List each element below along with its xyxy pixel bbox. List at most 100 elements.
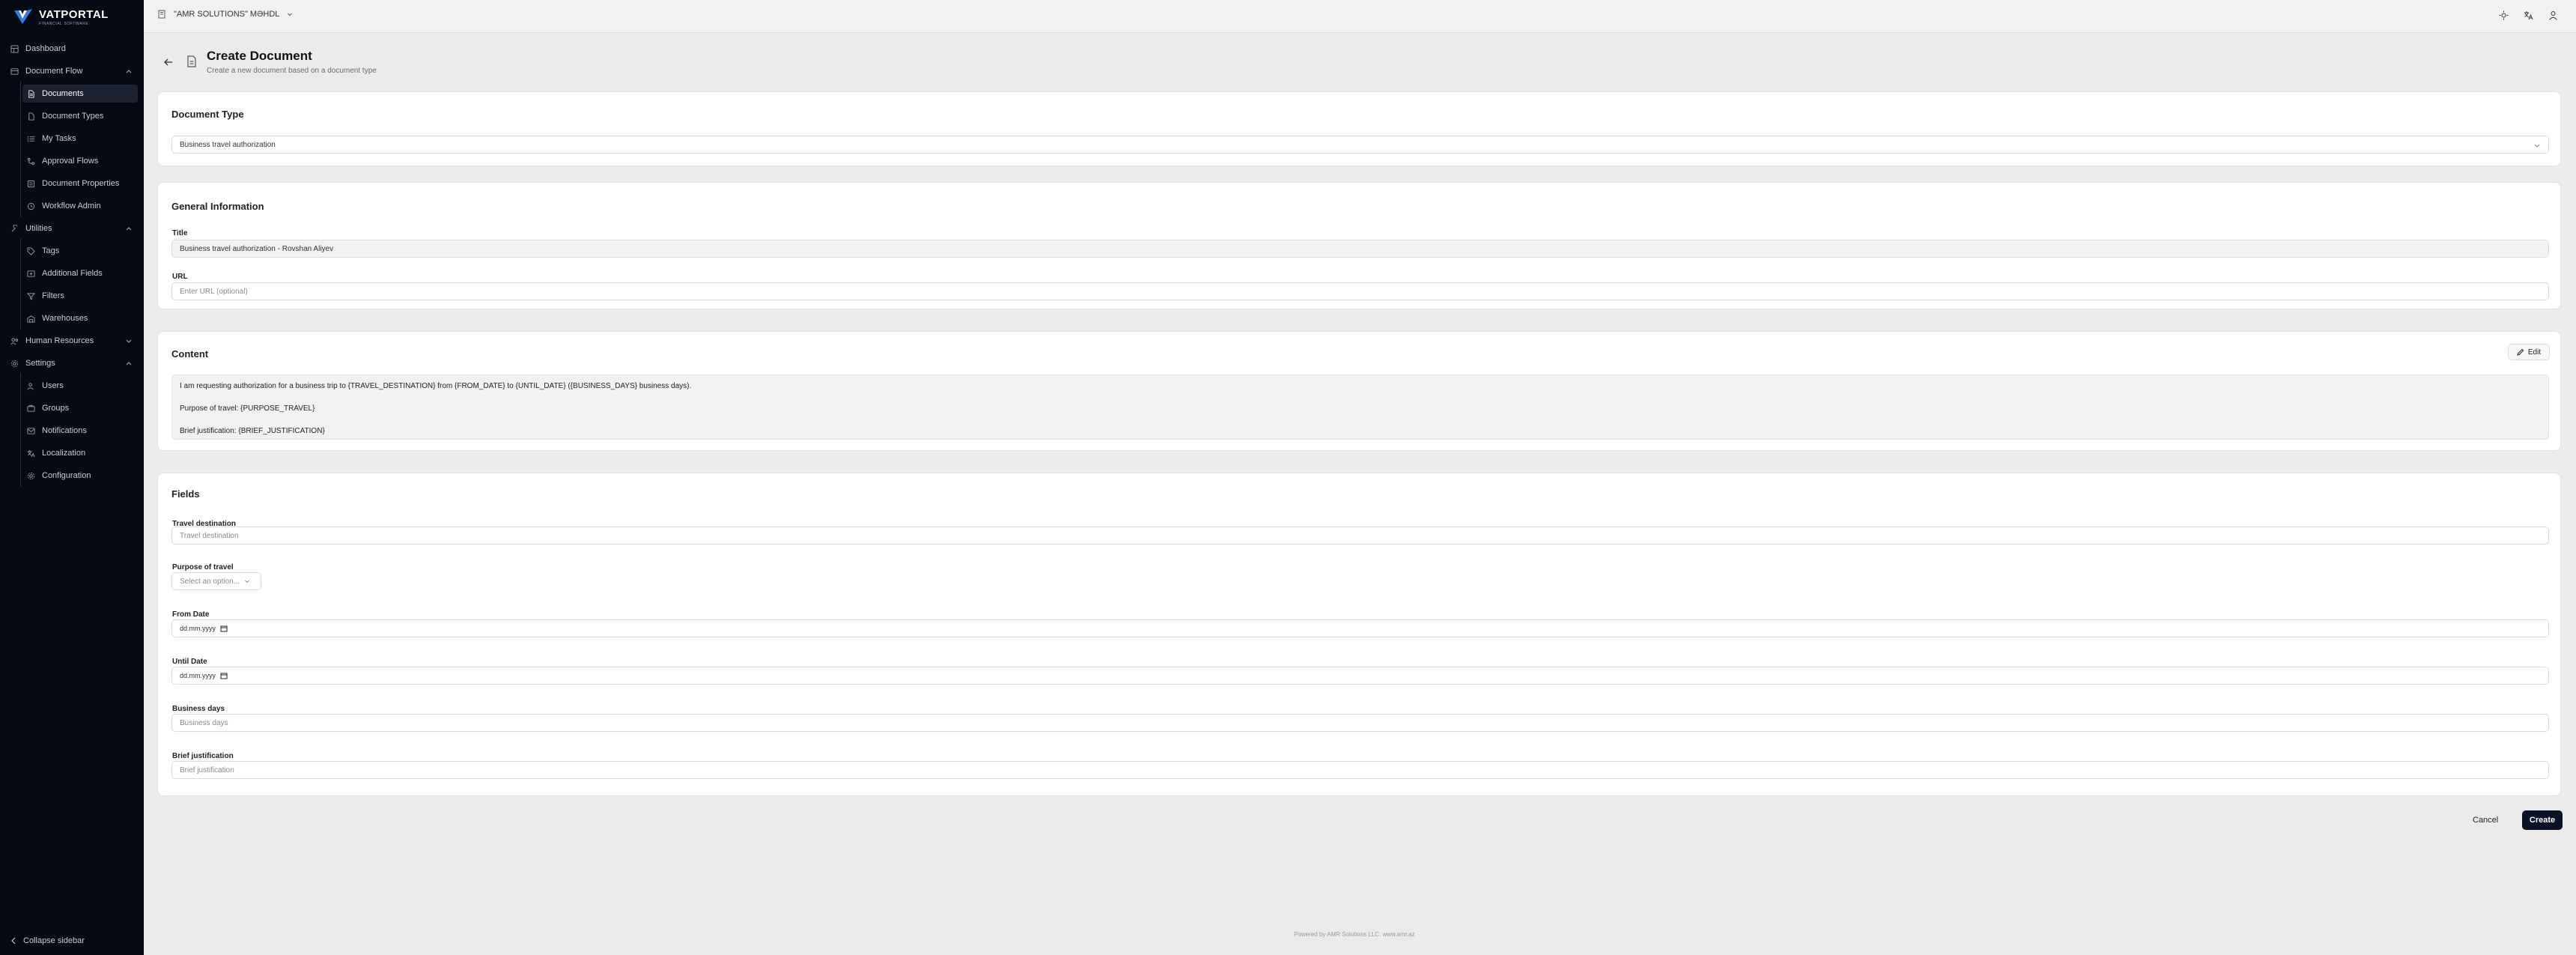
general-information-heading: General Information (171, 201, 264, 212)
business-days-placeholder: Business days (180, 718, 228, 727)
sidebar-item-document-flow[interactable]: Document Flow (10, 62, 137, 80)
users-icon (26, 381, 35, 390)
document-type-card: Document Type Business travel authorizat… (157, 91, 2561, 166)
building-icon (158, 10, 165, 19)
sidebar-item-label: Tags (42, 246, 60, 255)
sidebar-item-label: Human Resources (25, 336, 94, 345)
from-date-input[interactable]: dd.mm.yyyy (171, 619, 2549, 637)
fields-icon (26, 269, 35, 278)
content-preview: I am requesting authorization for a busi… (171, 375, 2549, 440)
general-information-card: General Information Title Business trave… (157, 182, 2561, 309)
edit-content-button[interactable]: Edit (2508, 344, 2550, 360)
until-date-placeholder: dd.mm.yyyy (180, 672, 216, 679)
logo[interactable]: VATPORTAL FINANCIAL SOFTWARE (12, 6, 109, 28)
page-subtitle: Create a new document based on a documen… (207, 67, 377, 75)
purpose-of-travel-select[interactable]: Select an option... (171, 572, 261, 590)
flow-icon (26, 157, 35, 166)
sidebar-item-filters[interactable]: Filters (26, 287, 137, 305)
content-line: I am requesting authorization for a busi… (180, 382, 692, 390)
sidebar-item-utilities[interactable]: Utilities (10, 219, 137, 237)
sidebar-item-approval-flows[interactable]: Approval Flows (26, 152, 137, 170)
content-line: Brief justification: {BRIEF_JUSTIFICATIO… (180, 427, 325, 435)
sidebar-item-my-tasks[interactable]: My Tasks (26, 130, 137, 148)
sidebar-item-groups[interactable]: Groups (26, 399, 137, 417)
purpose-placeholder: Select an option... (180, 577, 240, 586)
page-title: Create Document (207, 49, 312, 63)
calendar-icon[interactable] (220, 672, 228, 679)
theme-toggle-icon[interactable] (2499, 10, 2509, 20)
url-placeholder: Enter URL (optional) (180, 287, 248, 296)
sidebar: VATPORTAL FINANCIAL SOFTWARE Dashboard D… (0, 0, 144, 955)
sidebar-item-tags[interactable]: Tags (26, 242, 137, 260)
content-line: Purpose of travel: {PURPOSE_TRAVEL} (180, 404, 315, 413)
sidebar-item-dashboard[interactable]: Dashboard (10, 40, 137, 58)
logo-mark-icon (14, 9, 32, 24)
brief-justification-placeholder: Brief justification (180, 765, 234, 774)
travel-destination-placeholder: Travel destination (180, 531, 239, 540)
sidebar-item-settings[interactable]: Settings (10, 354, 137, 372)
settings-icon (10, 359, 19, 368)
sidebar-item-label: Document Properties (42, 179, 120, 188)
brief-justification-input[interactable]: Brief justification (171, 761, 2549, 779)
translate-icon[interactable] (2524, 10, 2533, 20)
from-date-label: From Date (172, 610, 210, 619)
sidebar-item-label: Documents (42, 89, 84, 98)
dashboard-icon (10, 44, 19, 53)
travel-destination-input[interactable]: Travel destination (171, 527, 2549, 545)
sidebar-item-label: Localization (42, 449, 86, 458)
sidebar-item-label: Approval Flows (42, 157, 99, 166)
sidebar-item-label: Notifications (42, 426, 87, 435)
document-type-value: Business travel authorization (180, 140, 276, 149)
document-flow-icon (10, 67, 19, 76)
sidebar-item-document-properties[interactable]: Document Properties (26, 175, 137, 192)
calendar-icon[interactable] (220, 625, 228, 632)
sidebar-item-human-resources[interactable]: Human Resources (10, 332, 137, 350)
user-icon[interactable] (2548, 10, 2558, 20)
business-days-label: Business days (172, 705, 225, 713)
company-selector[interactable]: "AMR SOLUTIONS" MƏHDL (157, 10, 293, 19)
sidebar-item-localization[interactable]: Localization (26, 444, 137, 462)
create-button[interactable]: Create (2522, 810, 2563, 830)
sidebar-item-additional-fields[interactable]: Additional Fields (26, 264, 137, 282)
url-label: URL (172, 273, 188, 281)
company-name: "AMR SOLUTIONS" MƏHDL (174, 10, 280, 19)
hr-icon (10, 336, 19, 345)
sidebar-item-label: Dashboard (25, 44, 66, 53)
sidebar-item-warehouses[interactable]: Warehouses (26, 309, 137, 327)
document-icon (26, 89, 35, 98)
document-icon (187, 55, 196, 67)
sidebar-item-label: Additional Fields (42, 269, 103, 278)
back-arrow-icon[interactable] (163, 57, 174, 67)
cancel-button[interactable]: Cancel (2473, 811, 2498, 829)
chevron-down-icon (2534, 144, 2540, 148)
sidebar-item-users[interactable]: Users (26, 377, 137, 395)
collapse-sidebar-button[interactable]: Collapse sidebar (10, 936, 85, 945)
sidebar-item-label: Groups (42, 404, 70, 413)
chevron-down-icon (245, 580, 249, 583)
sidebar-item-configuration[interactable]: Configuration (26, 467, 137, 485)
footer-text: Powered by AMR Solutions LLC. www.amr.az (1294, 931, 1415, 938)
fields-heading: Fields (171, 488, 200, 500)
sidebar-item-document-types[interactable]: Document Types (26, 107, 137, 125)
workflow-icon (26, 201, 35, 210)
topbar: "AMR SOLUTIONS" MƏHDL (144, 0, 2576, 33)
sidebar-item-label: Document Types (42, 112, 104, 121)
groups-icon (26, 404, 35, 413)
url-input[interactable]: Enter URL (optional) (171, 282, 2549, 300)
sidebar-item-documents[interactable]: Documents (22, 85, 138, 103)
document-type-select[interactable]: Business travel authorization (171, 136, 2549, 154)
sidebar-item-notifications[interactable]: Notifications (26, 422, 137, 440)
tag-icon (26, 246, 35, 255)
chevron-down-icon (288, 13, 293, 16)
logo-subtitle: FINANCIAL SOFTWARE (39, 21, 89, 26)
sidebar-item-workflow-admin[interactable]: Workflow Admin (26, 197, 137, 215)
title-input[interactable]: Business travel authorization - Rovshan … (171, 240, 2549, 258)
chevron-up-icon (126, 70, 132, 73)
properties-icon (26, 179, 35, 188)
sidebar-item-label: Workflow Admin (42, 201, 101, 210)
sidebar-item-label: Users (42, 381, 64, 390)
fields-card: Fields Travel destination Travel destina… (157, 473, 2561, 796)
until-date-input[interactable]: dd.mm.yyyy (171, 667, 2549, 685)
sidebar-item-label: My Tasks (42, 134, 76, 143)
business-days-input[interactable]: Business days (171, 714, 2549, 732)
